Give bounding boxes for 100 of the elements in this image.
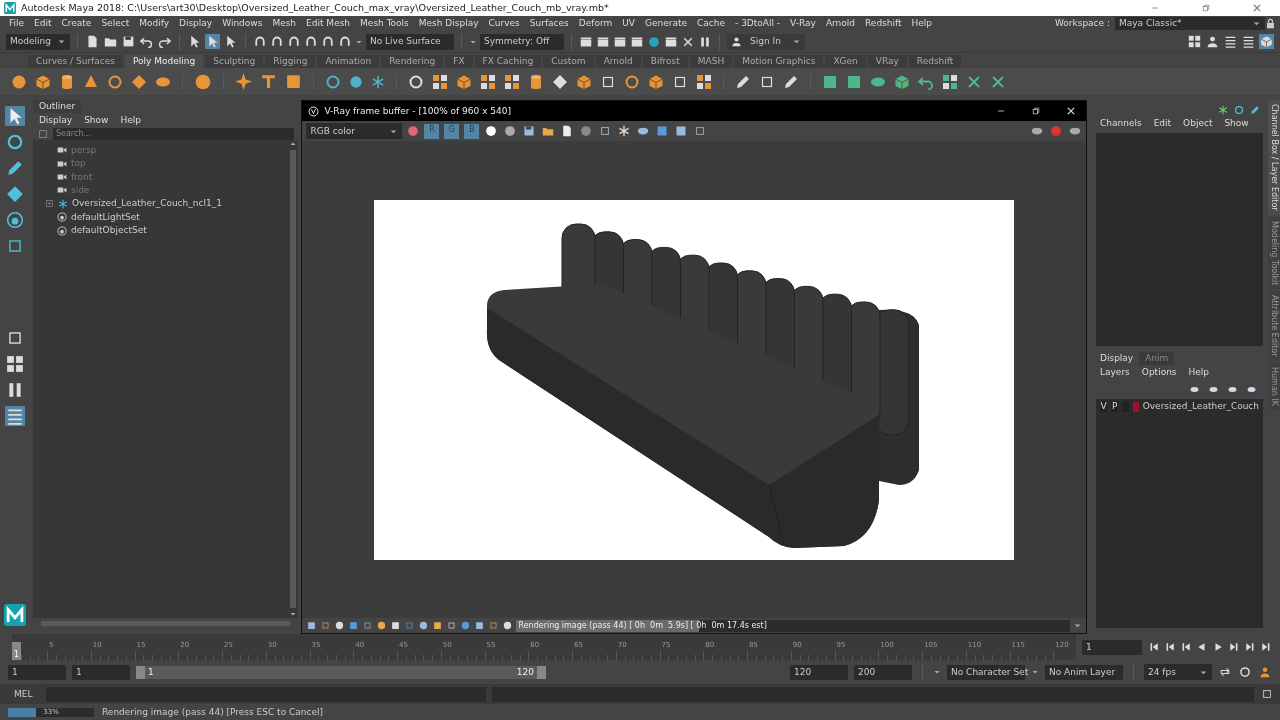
shelf-tab[interactable]: Curves / Surfaces xyxy=(28,55,123,68)
layer-color-swatch[interactable] xyxy=(1133,401,1139,412)
menu-item[interactable]: Mesh xyxy=(267,18,302,29)
scroll-down-icon[interactable] xyxy=(289,610,298,618)
current-frame-field[interactable]: 1 xyxy=(1082,639,1142,655)
playback-toggle[interactable]: P xyxy=(1111,401,1119,413)
playback-start-field[interactable]: 1 xyxy=(72,664,130,680)
menu-item[interactable]: Curves xyxy=(483,18,525,29)
scrollbar-thumb[interactable] xyxy=(290,149,297,608)
shelf-tab[interactable]: Animation xyxy=(317,55,380,68)
menu-item[interactable]: Layers xyxy=(1100,366,1130,378)
blocks-icon[interactable] xyxy=(431,72,449,91)
outliner-item[interactable]: defaultLightSet xyxy=(70,211,140,223)
panel-tab[interactable]: Outliner xyxy=(32,100,82,113)
shelf-tab[interactable]: FX xyxy=(445,55,473,68)
anim-layer-field[interactable]: No Anim Layer xyxy=(1045,664,1123,680)
shaded-sphere-icon[interactable] xyxy=(503,124,518,138)
skip-to-start-icon[interactable] xyxy=(1148,641,1160,653)
channel-dropdown[interactable]: RGB color xyxy=(306,123,403,139)
snap-magnet-icon[interactable] xyxy=(338,34,352,49)
menu-item[interactable]: Cache xyxy=(692,18,731,29)
workspace-dropdown[interactable]: Maya Classic* xyxy=(1115,17,1265,30)
list-icon[interactable] xyxy=(1241,34,1256,49)
menu-item[interactable]: Show xyxy=(1224,118,1249,129)
menu-item[interactable]: Redshift xyxy=(860,18,907,29)
menu-item[interactable]: - 3DtoAll - xyxy=(730,18,786,29)
shelf-tab[interactable]: Bifrost xyxy=(642,55,688,68)
menu-item[interactable]: Windows xyxy=(217,18,268,29)
diamond-icon[interactable] xyxy=(130,72,148,91)
caret-icon[interactable] xyxy=(933,668,941,676)
fps-dropdown[interactable]: 24 fps xyxy=(1144,664,1212,680)
menu-item[interactable]: Surfaces xyxy=(524,18,574,29)
menu-item[interactable]: Modify xyxy=(134,18,174,29)
symmetry-field[interactable]: Symmetry: Off xyxy=(480,33,564,50)
step-back-key-icon[interactable] xyxy=(1180,641,1192,653)
menu-item[interactable]: Create xyxy=(56,18,97,29)
outliner-layout-icon[interactable] xyxy=(4,406,25,426)
menu-item[interactable]: Display xyxy=(38,114,73,126)
letter-t-icon[interactable] xyxy=(259,72,278,91)
end-frame-field[interactable]: 200 xyxy=(854,664,912,680)
current-frame-marker[interactable]: 1 xyxy=(12,642,21,660)
menu-item[interactable]: Help xyxy=(1188,366,1210,378)
loop-icon[interactable] xyxy=(1218,665,1232,679)
new-file-icon[interactable] xyxy=(85,34,100,49)
menu-item[interactable]: Deform xyxy=(573,18,618,29)
shelf-tab[interactable]: VRay xyxy=(867,55,907,68)
blocks-icon[interactable] xyxy=(695,72,713,91)
render-sphere-icon[interactable] xyxy=(647,34,661,49)
pen-icon[interactable] xyxy=(1249,104,1261,116)
diamond-icon[interactable] xyxy=(551,72,569,91)
menu-item[interactable]: Show xyxy=(84,114,109,126)
sign-in-button[interactable]: Sign In xyxy=(727,33,805,50)
expand-down-icon[interactable] xyxy=(1073,621,1082,630)
skip-to-end-icon[interactable] xyxy=(1260,641,1272,653)
person-icon[interactable] xyxy=(1205,34,1220,49)
menu-item[interactable]: Mesh Tools xyxy=(355,18,414,29)
shelf-tab[interactable]: FX Caching xyxy=(474,55,542,68)
menu-item[interactable]: Arnold xyxy=(820,18,860,29)
blocks-icon[interactable] xyxy=(503,72,521,91)
start-frame-field[interactable]: 1 xyxy=(8,664,66,680)
checker-icon[interactable] xyxy=(941,72,959,91)
side-tab[interactable]: Attribute Editor xyxy=(1268,291,1280,361)
visibility-toggle[interactable]: V xyxy=(1100,401,1108,413)
step-forward-icon[interactable] xyxy=(1244,641,1256,653)
outliner-item[interactable]: defaultObjectSet xyxy=(70,225,147,237)
shelf-tab[interactable]: Rigging xyxy=(265,55,316,68)
snap-magnet-icon[interactable] xyxy=(304,34,318,49)
shelf-tab[interactable]: Custom xyxy=(543,55,594,68)
snap-magnet-icon[interactable] xyxy=(287,34,301,49)
search-field[interactable]: Search... xyxy=(52,127,295,140)
menu-item[interactable]: Display xyxy=(174,18,218,29)
menu-item[interactable]: V-Ray xyxy=(785,18,821,29)
play-backward-icon[interactable] xyxy=(1196,641,1208,653)
shelf-tab[interactable]: Rendering xyxy=(381,55,444,68)
four-view-icon[interactable] xyxy=(4,354,25,374)
side-tab[interactable]: Human IK xyxy=(1268,362,1280,410)
shelf-tab[interactable]: XGen xyxy=(825,55,866,68)
menu-item[interactable]: Generate xyxy=(640,18,693,29)
menu-item[interactable]: Object xyxy=(1183,118,1213,129)
outliner-item[interactable]: Oversized_Leather_Couch_ncl1_1 xyxy=(71,198,222,210)
menu-item[interactable]: Mesh Display xyxy=(413,18,484,29)
menu-item[interactable]: Edit Mesh xyxy=(301,18,356,29)
side-tab[interactable]: Channel Box / Layer Editor xyxy=(1268,100,1280,215)
menu-item[interactable]: Help xyxy=(906,18,938,29)
list-icon[interactable] xyxy=(1223,34,1238,49)
expand-icon[interactable] xyxy=(44,199,54,209)
menu-item[interactable]: Select xyxy=(96,18,135,29)
shelf-tab[interactable]: Poly Modeling xyxy=(125,55,204,68)
range-slider[interactable]: 1 120 xyxy=(136,665,546,679)
grid-icon[interactable] xyxy=(1187,34,1202,49)
snap-magnet-icon[interactable] xyxy=(270,34,284,49)
shelf-tab[interactable]: MASH xyxy=(689,55,733,68)
snap-magnet-icon[interactable] xyxy=(253,34,267,49)
menu-item[interactable]: Channels xyxy=(1100,118,1142,129)
menu-item[interactable]: File xyxy=(4,18,30,29)
snap-magnet-icon[interactable] xyxy=(321,34,335,49)
star-icon[interactable] xyxy=(234,72,253,91)
live-surface-field[interactable]: No Live Surface xyxy=(366,33,454,50)
language-label[interactable]: MEL xyxy=(6,688,41,700)
lock-icon[interactable] xyxy=(1265,18,1276,29)
